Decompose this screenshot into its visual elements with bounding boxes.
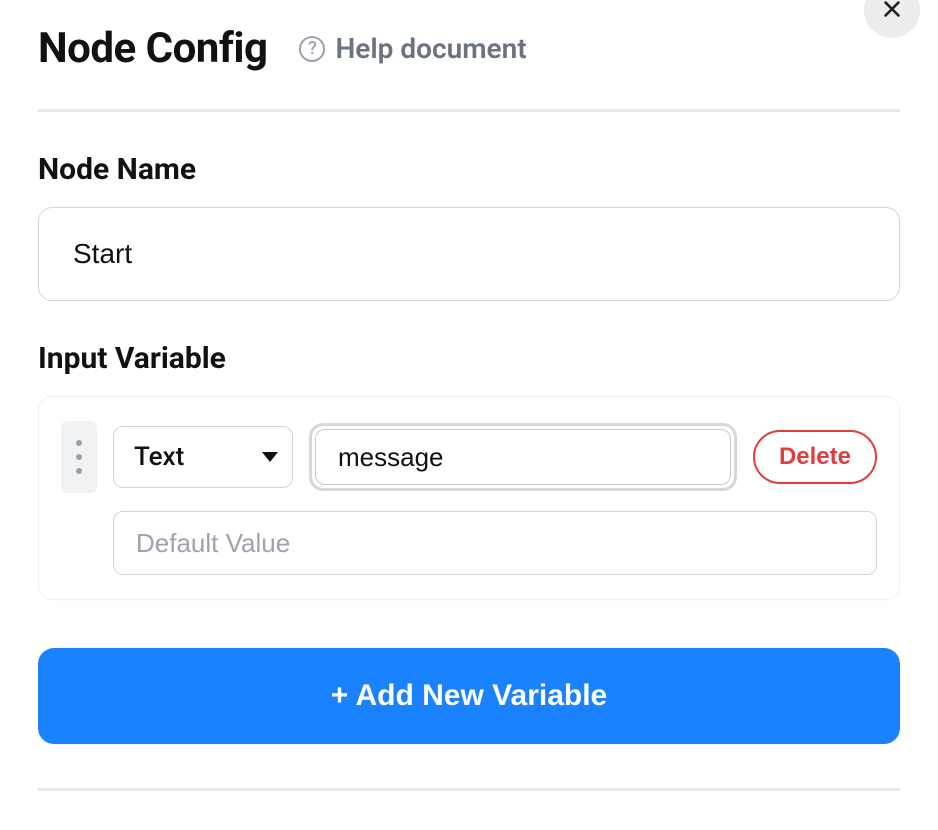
divider xyxy=(38,788,900,791)
close-icon xyxy=(881,0,903,23)
page-title: Node Config xyxy=(38,24,267,73)
help-document-link[interactable]: ? Help document xyxy=(299,32,526,65)
help-label: Help document xyxy=(335,32,526,65)
divider xyxy=(38,109,900,112)
type-select-value: Text xyxy=(134,442,184,472)
chevron-down-icon xyxy=(262,452,278,462)
delete-button[interactable]: Delete xyxy=(753,430,877,484)
node-name-label: Node Name xyxy=(38,152,900,187)
input-variable-label: Input Variable xyxy=(38,341,900,376)
drag-dot-icon xyxy=(76,468,82,474)
variable-type-select[interactable]: Text xyxy=(113,426,293,488)
default-value-input[interactable] xyxy=(113,511,877,575)
add-new-variable-button[interactable]: + Add New Variable xyxy=(38,648,900,744)
drag-dot-icon xyxy=(76,440,82,446)
variable-name-input[interactable] xyxy=(315,429,731,485)
node-name-input[interactable] xyxy=(38,207,900,301)
variable-card: Text Delete xyxy=(38,396,900,600)
drag-dot-icon xyxy=(76,454,82,460)
panel-header: Node Config ? Help document xyxy=(38,24,900,109)
variable-name-input-wrap xyxy=(309,423,737,491)
drag-handle[interactable] xyxy=(61,421,97,493)
help-icon: ? xyxy=(299,36,325,62)
